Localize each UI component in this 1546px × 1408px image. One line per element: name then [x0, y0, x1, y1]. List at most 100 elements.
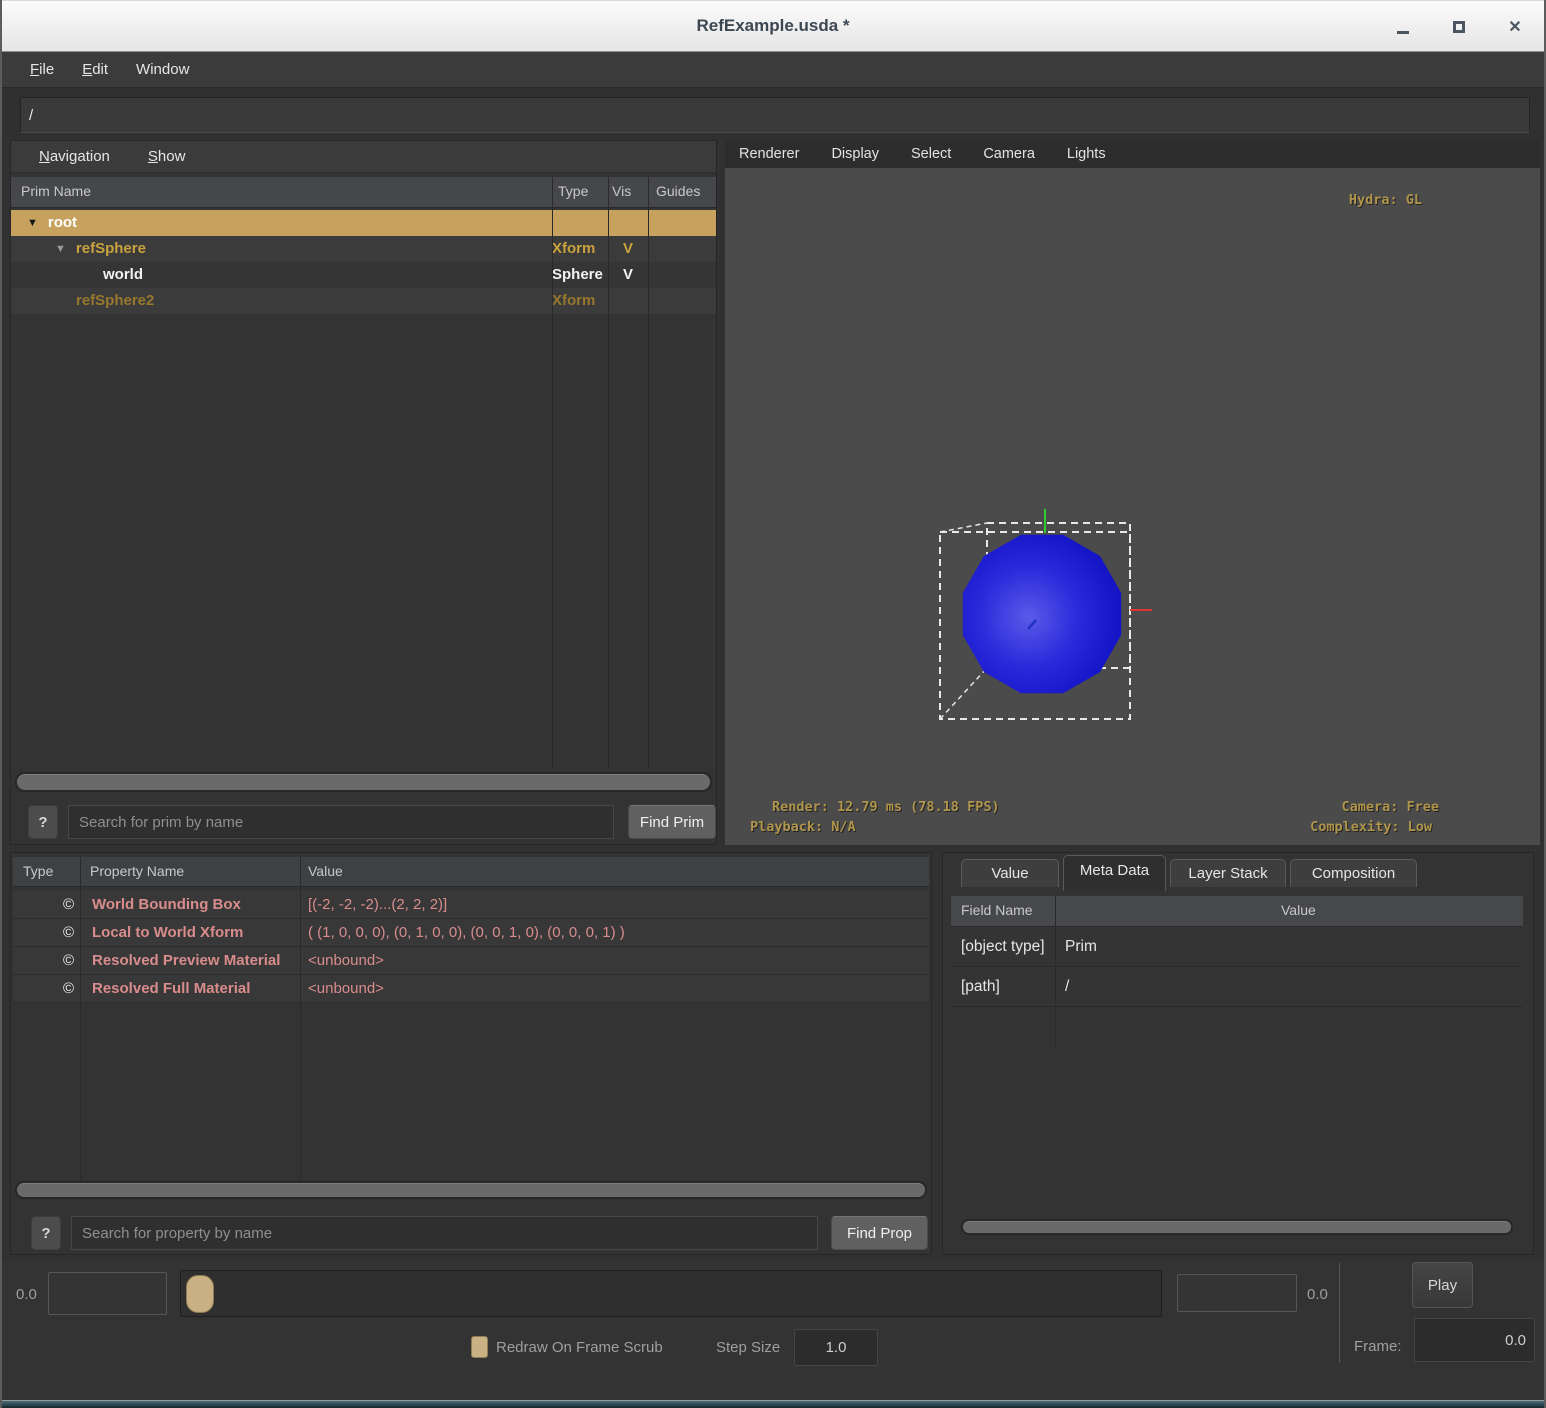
main-menubar: File Edit Window [2, 52, 1544, 88]
menu-display[interactable]: Display [831, 146, 879, 162]
prim-tree-panel: Navigation Show Prim Name Type Vis Guide… [10, 140, 717, 845]
metadata-row[interactable]: [path] / [951, 967, 1523, 1007]
find-prop-button[interactable]: Find Prop [831, 1216, 928, 1250]
tab-composition[interactable]: Composition [1290, 859, 1417, 887]
minimize-button[interactable] [1390, 14, 1416, 40]
tree-menubar: Navigation Show [11, 141, 716, 173]
redraw-label: Redraw On Frame Scrub [496, 1339, 663, 1356]
column-divider [648, 177, 649, 769]
computed-property-icon: © [62, 924, 74, 941]
tab-value[interactable]: Value [961, 859, 1059, 887]
play-button[interactable]: Play [1412, 1262, 1473, 1308]
scrollbar-thumb[interactable] [17, 1183, 925, 1197]
prop-search-input[interactable] [71, 1216, 818, 1250]
menu-file[interactable]: File [20, 57, 64, 82]
minimize-icon [1397, 30, 1409, 34]
viewport-panel: Renderer Display Select Camera Lights Hy… [725, 140, 1540, 845]
menu-lights[interactable]: Lights [1067, 146, 1106, 162]
prim-search-help-button[interactable]: ? [28, 805, 58, 839]
find-prim-button[interactable]: Find Prim [628, 805, 716, 839]
menu-window[interactable]: Window [126, 57, 199, 82]
maximize-icon [1453, 21, 1465, 33]
menu-select[interactable]: Select [911, 146, 951, 162]
tab-meta-data[interactable]: Meta Data [1063, 855, 1166, 891]
z-axis-icon [1027, 619, 1037, 630]
menu-navigation[interactable]: Navigation [37, 146, 112, 167]
property-row[interactable]: © Resolved Preview Material <unbound> [13, 947, 929, 975]
hud-playback: Playback: N/A [750, 819, 856, 835]
timeline-bar: 0.0 0.0 Play Frame: Redraw On Frame Scru… [2, 1260, 1544, 1400]
property-panel: Type Property Name Value © World Boundin… [10, 852, 932, 1255]
column-divider [608, 177, 609, 769]
window-bottom-edge [2, 1400, 1544, 1408]
computed-property-icon: © [62, 896, 74, 913]
prim-path-input[interactable] [20, 97, 1530, 133]
close-button[interactable]: ✕ [1502, 14, 1528, 40]
range-start-input[interactable] [48, 1272, 167, 1315]
redraw-checkbox[interactable] [471, 1336, 488, 1358]
metadata-table: Field Name Value [object type] Prim [pat… [951, 896, 1523, 1047]
menu-show[interactable]: Show [146, 146, 188, 167]
column-divider [1055, 896, 1056, 1047]
column-divider [552, 177, 553, 769]
tree-row-refsphere[interactable]: ▼ refSphere Xform V [11, 236, 716, 262]
property-row[interactable]: © Resolved Full Material <unbound> [13, 975, 929, 1003]
col-prop-type: Type [23, 863, 54, 879]
computed-property-icon: © [62, 980, 74, 997]
col-prim-name: Prim Name [21, 183, 92, 199]
divider [1339, 1263, 1340, 1363]
window-title: RefExample.usda * [696, 16, 850, 35]
col-vis: Vis [612, 183, 632, 199]
metadata-hscrollbar [961, 1219, 1513, 1235]
hud-render: Render: 12.79 ms (78.18 FPS) [772, 799, 1000, 815]
property-row[interactable]: © Local to World Xform ( (1, 0, 0, 0), (… [13, 919, 929, 947]
prop-search-help-button[interactable]: ? [31, 1216, 61, 1250]
viewport-menubar: Renderer Display Select Camera Lights [725, 140, 1540, 168]
tab-layer-stack[interactable]: Layer Stack [1170, 859, 1286, 887]
menu-renderer[interactable]: Renderer [739, 146, 799, 162]
usdview-window: RefExample.usda * ✕ File Edit Window Nav… [0, 0, 1546, 1408]
range-end-input[interactable] [1177, 1274, 1297, 1312]
column-divider [300, 857, 301, 1179]
col-guides: Guides [656, 183, 701, 199]
col-meta-value: Value [1281, 902, 1316, 918]
prim-search-input[interactable] [68, 805, 614, 839]
title-bar: RefExample.usda * ✕ [2, 0, 1544, 52]
frame-slider[interactable] [180, 1270, 1162, 1317]
tree-row-refsphere2[interactable]: refSphere2 Xform [11, 288, 716, 314]
tree-row-root[interactable]: ▼ root [11, 210, 716, 236]
tree-hscrollbar [15, 772, 712, 792]
scrollbar-thumb[interactable] [963, 1221, 1511, 1233]
menu-camera[interactable]: Camera [983, 146, 1035, 162]
property-row[interactable]: © World Bounding Box [(-2, -2, -2)...(2,… [13, 891, 929, 919]
tree-row-world[interactable]: world Sphere V [11, 262, 716, 288]
range-end-label: 0.0 [1307, 1286, 1328, 1303]
metadata-header: Field Name Value [951, 896, 1523, 927]
computed-property-icon: © [62, 952, 74, 969]
expander-icon[interactable]: ▼ [27, 210, 38, 236]
viewport-canvas[interactable]: Hydra: GL Render: 12.79 ms (78.18 FPS) P… [725, 168, 1540, 845]
metadata-row[interactable]: [object type] Prim [951, 927, 1523, 967]
slider-thumb[interactable] [186, 1275, 214, 1313]
col-prop-name: Property Name [90, 863, 185, 879]
frame-label: Frame: [1354, 1338, 1402, 1355]
menu-edit[interactable]: Edit [72, 57, 118, 82]
property-hscrollbar [15, 1181, 927, 1199]
maximize-button[interactable] [1446, 14, 1472, 40]
col-field-name: Field Name [961, 902, 1033, 918]
step-size-input[interactable] [794, 1329, 878, 1366]
path-bar [2, 88, 1544, 140]
scrollbar-thumb[interactable] [17, 774, 710, 790]
hud-camera: Camera: Free [1341, 799, 1439, 815]
property-header: Type Property Name Value [13, 857, 929, 887]
frame-input[interactable] [1414, 1318, 1535, 1362]
col-type: Type [558, 183, 589, 199]
expander-icon[interactable]: ▼ [55, 236, 66, 262]
column-divider [80, 857, 81, 1179]
vis-toggle[interactable]: V [608, 262, 648, 288]
prim-tree: Prim Name Type Vis Guides ▼ root ▼ refSphe… [11, 177, 716, 769]
range-start-label: 0.0 [16, 1286, 37, 1303]
close-icon: ✕ [1508, 19, 1522, 36]
axis-gizmo [1027, 509, 1152, 630]
vis-toggle[interactable]: V [608, 236, 648, 262]
